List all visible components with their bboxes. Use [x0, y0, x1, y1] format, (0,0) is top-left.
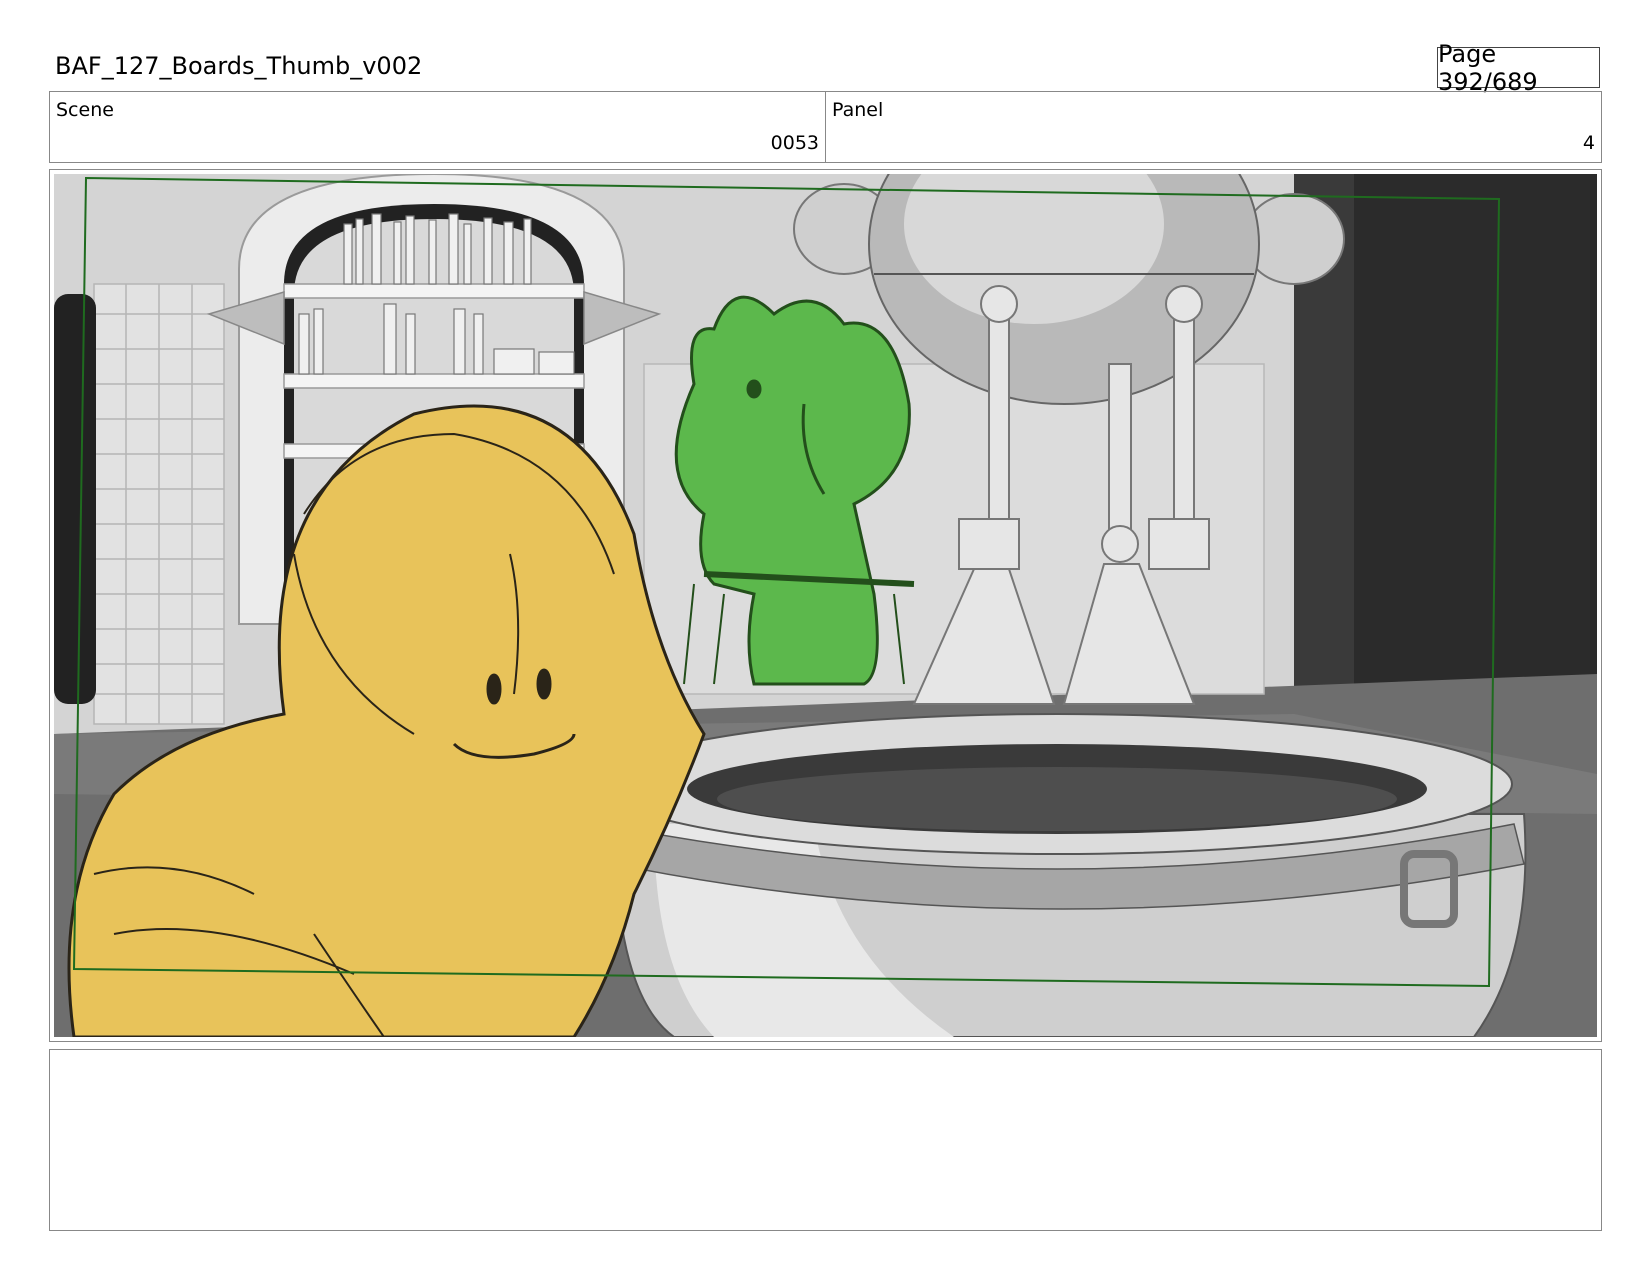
tile-wall — [93, 283, 225, 725]
panel-value: 4 — [1582, 132, 1595, 154]
storyboard-panel-image — [54, 174, 1597, 1037]
panel-label: Panel — [832, 99, 884, 121]
panel-cell: Panel 4 — [825, 92, 1601, 162]
scene-cell: Scene 0053 — [50, 92, 825, 162]
scene-value: 0053 — [770, 132, 819, 154]
document-title: BAF_127_Boards_Thumb_v002 — [55, 52, 423, 80]
storyboard-panel — [49, 169, 1602, 1042]
page-indicator: Page 392/689 — [1437, 40, 1600, 96]
info-row: Scene 0053 Panel 4 — [49, 91, 1602, 163]
page-number-label: Page 392/689 — [1438, 39, 1538, 96]
notes-box — [49, 1049, 1602, 1231]
scene-label: Scene — [56, 99, 114, 121]
left-dark-object — [54, 294, 96, 704]
cauldron — [550, 713, 1527, 1037]
